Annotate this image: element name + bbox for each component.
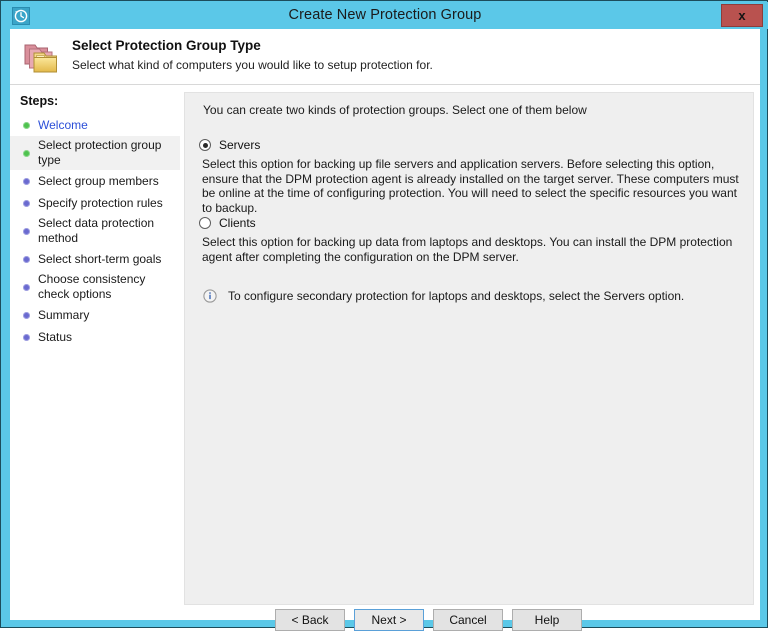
step-bullet-icon bbox=[23, 178, 30, 185]
sidebar-step-3[interactable]: Specify protection rules bbox=[10, 192, 180, 214]
option-servers: Servers Select this option for backing u… bbox=[199, 137, 744, 215]
sidebar-step-label: Welcome bbox=[38, 118, 88, 133]
sidebar-step-label: Status bbox=[38, 330, 72, 345]
sidebar-step-label: Select protection group type bbox=[38, 138, 172, 168]
radio-row-clients[interactable]: Clients bbox=[199, 215, 744, 231]
sidebar-step-label: Select group members bbox=[38, 174, 159, 189]
step-bullet-icon bbox=[23, 150, 30, 157]
sidebar-step-7[interactable]: Summary bbox=[10, 304, 180, 326]
option-clients: Clients Select this option for backing u… bbox=[199, 215, 744, 264]
sidebar-step-2[interactable]: Select group members bbox=[10, 170, 180, 192]
step-bullet-icon bbox=[23, 312, 30, 319]
window-title: Create New Protection Group bbox=[2, 2, 768, 29]
close-icon[interactable]: x bbox=[721, 4, 763, 27]
intro-text: You can create two kinds of protection g… bbox=[203, 103, 738, 117]
sidebar-step-label: Select short-term goals bbox=[38, 252, 161, 267]
sidebar-step-4[interactable]: Select data protection method bbox=[10, 214, 180, 248]
info-note-text: To configure secondary protection for la… bbox=[228, 289, 684, 303]
steps-list: Welcome Select protection group type Selec… bbox=[10, 114, 180, 348]
dialog-body: Select Protection Group Type Select what… bbox=[10, 29, 760, 620]
radio-clients[interactable] bbox=[199, 217, 211, 229]
sidebar-step-label: Summary bbox=[38, 308, 89, 323]
title-bar: Create New Protection Group x bbox=[2, 2, 768, 29]
sidebar-step-0[interactable]: Welcome bbox=[10, 114, 180, 136]
radio-label-servers: Servers bbox=[219, 138, 260, 152]
steps-sidebar: Steps: Welcome Select protection group ty… bbox=[10, 86, 180, 620]
page-title: Select Protection Group Type bbox=[72, 38, 261, 53]
step-bullet-icon bbox=[23, 122, 30, 129]
sidebar-step-label: Specify protection rules bbox=[38, 196, 163, 211]
radio-servers[interactable] bbox=[199, 139, 211, 151]
folders-icon bbox=[22, 40, 62, 76]
option-clients-description: Select this option for backing up data f… bbox=[202, 235, 747, 264]
sidebar-step-1[interactable]: Select protection group type bbox=[10, 136, 180, 170]
sidebar-step-label: Choose consistency check options bbox=[38, 272, 172, 302]
sidebar-step-5[interactable]: Select short-term goals bbox=[10, 248, 180, 270]
radio-label-clients: Clients bbox=[219, 216, 256, 230]
content-panel: You can create two kinds of protection g… bbox=[184, 92, 754, 605]
radio-row-servers[interactable]: Servers bbox=[199, 137, 744, 153]
step-bullet-icon bbox=[23, 256, 30, 263]
sidebar-step-8[interactable]: Status bbox=[10, 326, 180, 348]
sidebar-step-6[interactable]: Choose consistency check options bbox=[10, 270, 180, 304]
step-bullet-icon bbox=[23, 228, 30, 235]
steps-heading: Steps: bbox=[20, 94, 58, 108]
option-servers-description: Select this option for backing up file s… bbox=[202, 157, 747, 215]
step-bullet-icon bbox=[23, 200, 30, 207]
dialog-window: Create New Protection Group x bbox=[0, 0, 768, 628]
info-note: To configure secondary protection for la… bbox=[203, 289, 733, 303]
page-subtitle: Select what kind of computers you would … bbox=[72, 58, 433, 72]
step-bullet-icon bbox=[23, 334, 30, 341]
info-icon bbox=[203, 289, 217, 303]
step-bullet-icon bbox=[23, 284, 30, 291]
dialog-header: Select Protection Group Type Select what… bbox=[10, 29, 760, 85]
sidebar-step-label: Select data protection method bbox=[38, 216, 172, 246]
